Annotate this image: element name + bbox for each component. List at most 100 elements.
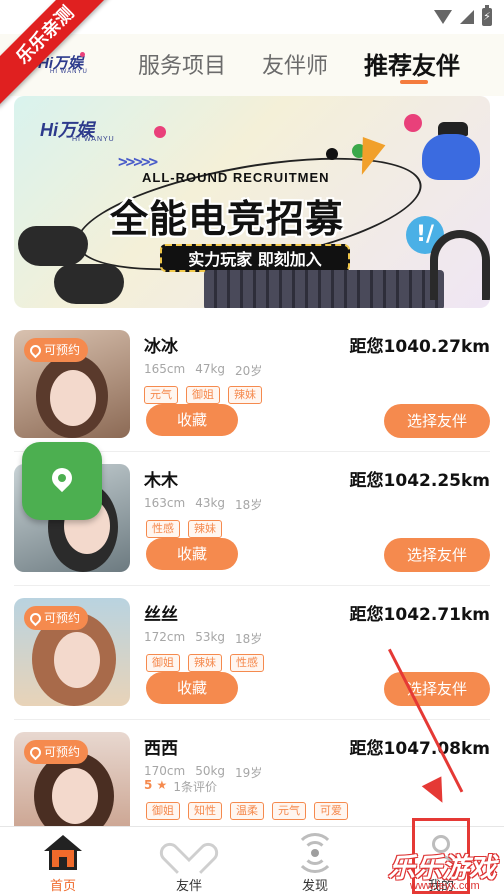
- avatar-face: [50, 370, 96, 426]
- banner-english-text: ALL-ROUND RECRUITMEN: [142, 170, 330, 185]
- decor-dot: [154, 126, 166, 138]
- top-header: Hi万娱 HI WANYU 服务项目 友伴师 推荐友伴: [0, 34, 504, 96]
- cellular-signal-icon: [460, 10, 474, 24]
- companion-distance: 距您1042.71km: [349, 605, 490, 625]
- promo-banner[interactable]: Hi万娱 HI WANYU >>>>> ALL-ROUND RECRUITMEN…: [14, 96, 490, 308]
- companion-name: 西西: [144, 739, 178, 759]
- height: 172cm: [144, 630, 186, 644]
- tab-recommended[interactable]: 推荐友伴: [364, 46, 460, 81]
- map-pin-icon: [47, 463, 77, 493]
- location-icon: [27, 342, 44, 358]
- tag: 御姐: [146, 654, 180, 672]
- height: 163cm: [144, 496, 186, 510]
- tag-list: 御姐 辣妹 性感: [146, 654, 264, 672]
- banner-pill: 实力玩家 即刻加入: [160, 244, 350, 272]
- bookable-label: 可预约: [44, 611, 81, 625]
- battery-icon: ⚡: [482, 5, 492, 26]
- nav-companion[interactable]: 友伴: [126, 827, 252, 896]
- age: 18岁: [235, 632, 263, 646]
- height: 165cm: [144, 362, 186, 376]
- tag: 可爱: [314, 802, 348, 820]
- weight: 47kg: [195, 362, 226, 376]
- bookable-badge: 可预约: [24, 740, 89, 764]
- nav-home[interactable]: 首页: [0, 827, 126, 896]
- tag-list: 性感 辣妹: [146, 520, 222, 538]
- decor-dot: [404, 114, 422, 132]
- age: 18岁: [235, 498, 263, 512]
- choose-companion-button[interactable]: 选择友伴: [384, 404, 490, 438]
- status-icons: ⚡: [434, 5, 492, 26]
- companion-name: 木木: [144, 471, 178, 491]
- tag-list: 元气 御姐 辣妹: [144, 386, 262, 404]
- tag: 御姐: [186, 386, 220, 404]
- avatar[interactable]: 可预约: [14, 330, 130, 438]
- companion-distance: 距您1040.27km: [349, 337, 490, 357]
- home-icon: [44, 835, 82, 871]
- banner-logo-subtext: HI WANYU: [72, 136, 115, 143]
- bookable-badge: 可预约: [24, 338, 89, 362]
- wifi-icon: [434, 10, 452, 24]
- choose-companion-button[interactable]: 选择友伴: [384, 672, 490, 706]
- heart-icon: [155, 835, 223, 875]
- headphones-graphic: [430, 230, 490, 300]
- location-icon: [27, 744, 44, 760]
- companion-card[interactable]: 可预约 丝丝 距您1042.71km 172cm 53kg 18岁 御姐 辣妹 …: [0, 586, 504, 720]
- banner-chevrons: >>>>>: [118, 152, 158, 171]
- mascot-graphic: [422, 134, 480, 180]
- site-watermark: 乐乐游戏 www.leyx.com: [388, 846, 504, 896]
- favorite-button[interactable]: 收藏: [146, 538, 238, 570]
- tag: 元气: [144, 386, 178, 404]
- tag: 御姐: [146, 802, 180, 820]
- avatar-face: [52, 768, 98, 824]
- rating-score: 5 ★: [144, 778, 168, 792]
- active-tab-indicator: [400, 80, 428, 84]
- weight: 43kg: [195, 496, 226, 510]
- nav-label: 发现: [301, 879, 328, 894]
- avatar[interactable]: 可预约: [14, 598, 130, 706]
- tag: 辣妹: [188, 654, 222, 672]
- keyboard-graphic: [204, 270, 444, 308]
- bookable-badge: 可预约: [24, 606, 89, 630]
- rating-count: 1条评价: [173, 780, 217, 794]
- companion-name: 冰冰: [144, 337, 178, 357]
- tag-list: 御姐 知性 温柔 元气 可爱: [146, 802, 348, 820]
- weight: 53kg: [195, 630, 226, 644]
- choose-companion-button[interactable]: 选择友伴: [384, 538, 490, 572]
- tag: 性感: [146, 520, 180, 538]
- tab-services[interactable]: 服务项目: [138, 48, 226, 80]
- bookable-label: 可预约: [44, 745, 81, 759]
- star-icon: ★: [156, 778, 168, 792]
- watermark-url: www.leyx.com: [410, 880, 480, 892]
- favorite-button[interactable]: 收藏: [146, 404, 238, 436]
- avatar-face: [54, 632, 100, 688]
- favorite-button[interactable]: 收藏: [146, 672, 238, 704]
- floating-location-button[interactable]: [22, 442, 102, 520]
- companion-stats: 172cm 53kg 18岁: [144, 630, 262, 647]
- top-tabs: 服务项目 友伴师 推荐友伴: [0, 34, 504, 96]
- banner-title: 全能电竞招募: [110, 197, 345, 241]
- gamepad-icon: [54, 264, 124, 304]
- bookable-label: 可预约: [44, 343, 81, 357]
- companion-stats: 163cm 43kg 18岁: [144, 496, 262, 513]
- tag: 性感: [230, 654, 264, 672]
- companion-card[interactable]: 可预约 冰冰 距您1040.27km 165cm 47kg 20岁 元气 御姐 …: [0, 318, 504, 452]
- location-icon: [27, 610, 44, 626]
- tag: 辣妹: [228, 386, 262, 404]
- companion-name: 丝丝: [144, 605, 178, 625]
- nav-discover[interactable]: 发现: [252, 827, 378, 896]
- gamepad-icon: [18, 226, 88, 266]
- nav-label: 首页: [49, 879, 76, 894]
- tag: 辣妹: [188, 520, 222, 538]
- companion-stats: 165cm 47kg 20岁: [144, 362, 262, 379]
- tab-companion-masters[interactable]: 友伴师: [262, 48, 328, 80]
- age: 19岁: [235, 766, 263, 780]
- avatar[interactable]: 可预约: [14, 732, 130, 840]
- companion-distance: 距您1042.25km: [349, 471, 490, 491]
- radar-icon: [295, 833, 335, 873]
- tag: 知性: [188, 802, 222, 820]
- tag: 温柔: [230, 802, 264, 820]
- nav-label: 友伴: [175, 879, 202, 894]
- companion-distance: 距您1047.08km: [349, 739, 490, 759]
- decor-dot: [326, 148, 338, 160]
- age: 20岁: [235, 364, 263, 378]
